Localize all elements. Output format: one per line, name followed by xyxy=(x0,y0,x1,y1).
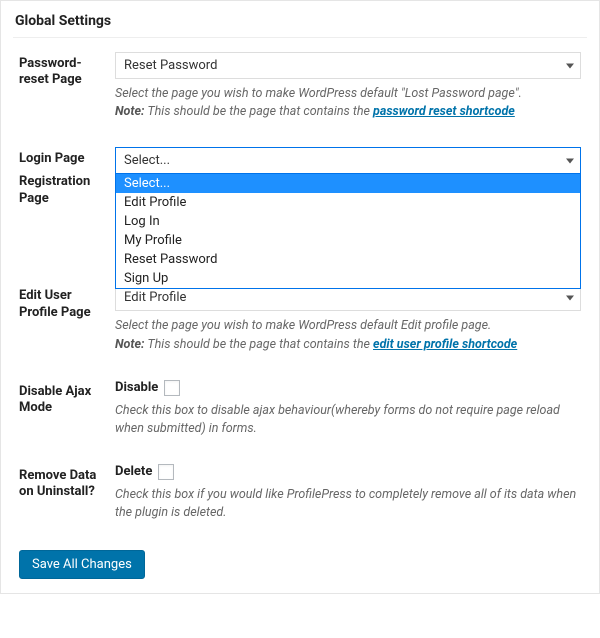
uninstall-caption: Delete xyxy=(115,464,152,479)
password-reset-select[interactable]: Reset Password xyxy=(115,52,581,79)
login-option[interactable]: Select... xyxy=(116,174,580,193)
password-reset-select-value: Reset Password xyxy=(124,58,217,73)
login-option[interactable]: Edit Profile xyxy=(116,193,580,212)
ajax-checkbox[interactable] xyxy=(164,380,180,396)
edit-profile-desc: Select the page you wish to make WordPre… xyxy=(115,317,581,353)
login-dropdown: Select... Edit Profile Log In My Profile… xyxy=(115,173,581,289)
ajax-desc: Check this box to disable ajax behaviour… xyxy=(115,402,581,438)
password-reset-desc: Select the page you wish to make WordPre… xyxy=(115,85,581,121)
label-ajax: Disable Ajax Mode xyxy=(19,380,115,417)
chevron-down-icon xyxy=(566,63,574,68)
login-option[interactable]: Sign Up xyxy=(116,269,580,288)
panel-title: Global Settings xyxy=(13,9,587,38)
row-ajax: Disable Ajax Mode Disable Check this box… xyxy=(19,380,581,438)
uninstall-checkbox[interactable] xyxy=(158,464,174,480)
uninstall-desc: Check this box if you would like Profile… xyxy=(115,486,581,522)
row-password-reset: Password-reset Page Reset Password Selec… xyxy=(19,52,581,121)
edit-profile-shortcode-link[interactable]: edit user profile shortcode xyxy=(373,337,517,352)
password-reset-shortcode-link[interactable]: password reset shortcode xyxy=(373,104,515,119)
login-option[interactable]: My Profile xyxy=(116,231,580,250)
settings-panel: Global Settings Password-reset Page Rese… xyxy=(0,0,600,594)
login-select-value: Select... xyxy=(124,153,170,168)
label-login: Login Page xyxy=(19,147,115,167)
save-button[interactable]: Save All Changes xyxy=(19,550,145,579)
row-edit-profile: Edit User Profile Page Edit Profile Sele… xyxy=(19,284,581,353)
label-edit-profile: Edit User Profile Page xyxy=(19,284,115,321)
label-registration: Registration Page xyxy=(19,170,115,207)
ajax-caption: Disable xyxy=(115,380,158,395)
label-password-reset: Password-reset Page xyxy=(19,52,115,89)
login-option[interactable]: Log In xyxy=(116,212,580,231)
label-uninstall: Remove Data on Uninstall? xyxy=(19,464,115,501)
chevron-down-icon xyxy=(566,295,574,300)
chevron-down-icon xyxy=(566,158,574,163)
login-option[interactable]: Reset Password xyxy=(116,250,580,269)
row-uninstall: Remove Data on Uninstall? Delete Check t… xyxy=(19,464,581,522)
edit-profile-select-value: Edit Profile xyxy=(124,290,186,305)
